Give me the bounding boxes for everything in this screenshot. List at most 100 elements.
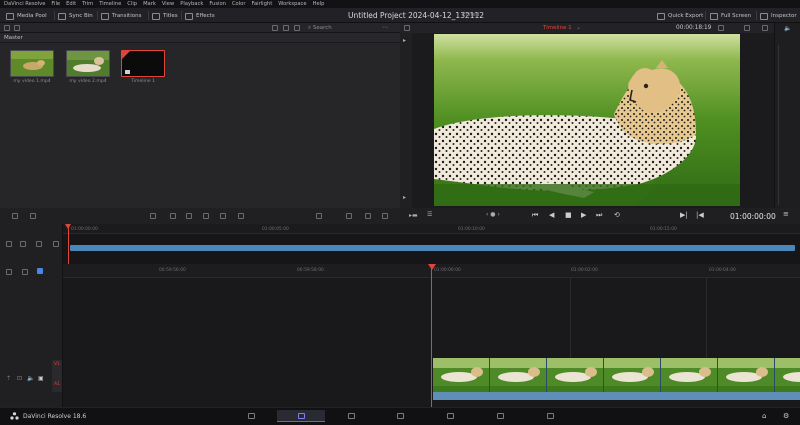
timeline-name[interactable]: Timeline 1 bbox=[543, 25, 572, 31]
grid-line bbox=[706, 278, 707, 358]
menu-clip[interactable]: Clip bbox=[127, 1, 137, 7]
match-frame-icon[interactable]: ▸▬ bbox=[409, 212, 418, 219]
page-deliver-button[interactable] bbox=[535, 410, 565, 422]
bin-header: Master bbox=[0, 33, 400, 43]
viewer-side-strip: ▸ ▸ bbox=[400, 33, 412, 208]
project-status: Edited bbox=[462, 12, 480, 18]
bin-toggle-icon[interactable] bbox=[14, 25, 20, 31]
menu-mark[interactable]: Mark bbox=[143, 1, 156, 7]
effects-button[interactable]: Effects bbox=[185, 11, 215, 21]
video-track-label[interactable]: V1 bbox=[54, 362, 60, 367]
track-lock-icon[interactable]: ⇡ bbox=[6, 375, 11, 382]
upper-timeline-ruler[interactable]: 01:00:00:00 01:00:05:00 01:00:10:00 01:0… bbox=[63, 224, 800, 234]
smooth-cut-icon[interactable] bbox=[365, 213, 371, 219]
track-toggle-icon[interactable] bbox=[53, 241, 59, 247]
viewer-layout-icon[interactable] bbox=[404, 25, 410, 31]
menu-edit[interactable]: Edit bbox=[66, 1, 76, 7]
menu-fairlight[interactable]: Fairlight bbox=[251, 1, 272, 7]
menu-timeline[interactable]: Timeline bbox=[99, 1, 121, 7]
menu-trim[interactable]: Trim bbox=[82, 1, 93, 7]
speaker-icon[interactable]: 🔈 bbox=[784, 25, 791, 32]
blade-icon[interactable] bbox=[203, 213, 209, 219]
playhead-marker-icon[interactable] bbox=[428, 264, 436, 270]
video-clip[interactable] bbox=[433, 358, 800, 392]
home-icon[interactable]: ⌂ bbox=[762, 412, 766, 420]
settings-gear-icon[interactable]: ⚙ bbox=[783, 412, 789, 420]
menu-playback[interactable]: Playback bbox=[180, 1, 203, 7]
upper-timeline-clip[interactable] bbox=[70, 245, 795, 251]
lower-playhead[interactable] bbox=[431, 264, 432, 407]
timeline-options-icon[interactable] bbox=[6, 269, 12, 275]
last-frame-icon[interactable]: ⏭ bbox=[596, 211, 602, 220]
quick-export-button[interactable]: Quick Export bbox=[657, 11, 703, 21]
list-view-icon[interactable] bbox=[4, 25, 10, 31]
split-clip-icon[interactable] bbox=[316, 213, 322, 219]
snapping-icon[interactable] bbox=[22, 269, 28, 275]
viewer-settings-icon[interactable] bbox=[718, 25, 724, 31]
zoom-timeline-icon[interactable] bbox=[30, 213, 36, 219]
play-reverse-icon[interactable]: ◀ bbox=[549, 211, 554, 219]
menu-view[interactable]: View bbox=[162, 1, 174, 7]
grid-view-icon[interactable] bbox=[283, 25, 289, 31]
place-on-top-icon[interactable] bbox=[238, 213, 244, 219]
audio-track-label[interactable]: A1 bbox=[54, 382, 60, 387]
page-fusion-button[interactable] bbox=[385, 410, 415, 422]
audio-waveform-icon[interactable] bbox=[36, 241, 42, 247]
track-lock-icon[interactable] bbox=[20, 241, 26, 247]
transition-icon[interactable] bbox=[382, 213, 388, 219]
clip-thumbnail-2[interactable] bbox=[66, 50, 110, 77]
menu-file[interactable]: File bbox=[51, 1, 60, 7]
inspector-button[interactable]: Inspector bbox=[760, 11, 797, 21]
auto-select-icon[interactable]: ⊡ bbox=[17, 375, 22, 382]
mute-icon[interactable]: 🔈 bbox=[27, 375, 34, 382]
append-icon[interactable] bbox=[220, 213, 226, 219]
page-cut-button[interactable] bbox=[277, 410, 325, 422]
first-frame-icon[interactable]: ⏮ bbox=[532, 211, 538, 220]
insert-icon[interactable] bbox=[150, 213, 156, 219]
menu-icon[interactable]: ≡ bbox=[783, 210, 789, 218]
page-fairlight-button[interactable] bbox=[485, 410, 515, 422]
menu-color[interactable]: Color bbox=[232, 1, 246, 7]
search-button[interactable]: ⌕ Search bbox=[308, 25, 332, 32]
clip-thumbnail-1[interactable] bbox=[10, 50, 54, 77]
track-height-icon[interactable] bbox=[6, 241, 12, 247]
previous-clip-icon[interactable]: ▸ bbox=[403, 37, 406, 44]
loop-icon[interactable]: ⟲ bbox=[614, 211, 620, 219]
page-color-button[interactable] bbox=[435, 410, 465, 422]
sync-bin-button[interactable]: Sync Bin bbox=[58, 11, 93, 21]
media-pool-button[interactable]: Media Pool bbox=[6, 11, 47, 21]
page-media-button[interactable] bbox=[236, 410, 266, 422]
bypass-icon[interactable] bbox=[762, 25, 768, 31]
upper-playhead-marker-icon[interactable] bbox=[65, 224, 71, 229]
upper-playhead[interactable] bbox=[68, 224, 69, 264]
link-icon[interactable] bbox=[37, 268, 43, 274]
more-icon[interactable] bbox=[744, 25, 750, 31]
mark-in-icon[interactable]: ▶| bbox=[680, 211, 688, 219]
mark-out-icon[interactable]: |◀ bbox=[696, 211, 704, 219]
timeline-thumbnail[interactable] bbox=[121, 50, 165, 77]
transitions-button[interactable]: Transitions bbox=[101, 11, 141, 21]
replace-icon[interactable] bbox=[186, 213, 192, 219]
menu-fusion[interactable]: Fusion bbox=[209, 1, 226, 7]
timeline-view-icon[interactable] bbox=[12, 213, 18, 219]
audio-clip[interactable] bbox=[433, 392, 800, 400]
jog-wheel-icon[interactable]: ‹ ● › bbox=[486, 211, 500, 218]
stop-icon[interactable]: ■ bbox=[565, 211, 572, 219]
menu-app[interactable]: DaVinci Resolve bbox=[4, 1, 45, 7]
clip-options-icon[interactable]: ☰ bbox=[427, 211, 432, 218]
ripple-delete-icon[interactable] bbox=[346, 213, 352, 219]
menu-help[interactable]: Help bbox=[313, 1, 325, 7]
solo-icon[interactable]: ▣ bbox=[38, 375, 44, 382]
menu-workspace[interactable]: Workspace bbox=[278, 1, 306, 7]
more-options-icon[interactable]: ⋯ bbox=[382, 24, 388, 31]
page-edit-button[interactable] bbox=[336, 410, 366, 422]
ruler-label: 01:00:05:00 bbox=[262, 227, 289, 232]
full-screen-button[interactable]: Full Screen bbox=[710, 11, 751, 21]
thumbnail-view-icon[interactable] bbox=[272, 25, 278, 31]
titles-button[interactable]: Titles bbox=[152, 11, 178, 21]
sort-icon[interactable] bbox=[294, 25, 300, 31]
next-clip-icon[interactable]: ▸ bbox=[403, 194, 406, 201]
chevron-down-icon[interactable]: ⌄ bbox=[576, 24, 581, 31]
play-icon[interactable]: ▶ bbox=[581, 211, 586, 219]
overwrite-icon[interactable] bbox=[170, 213, 176, 219]
